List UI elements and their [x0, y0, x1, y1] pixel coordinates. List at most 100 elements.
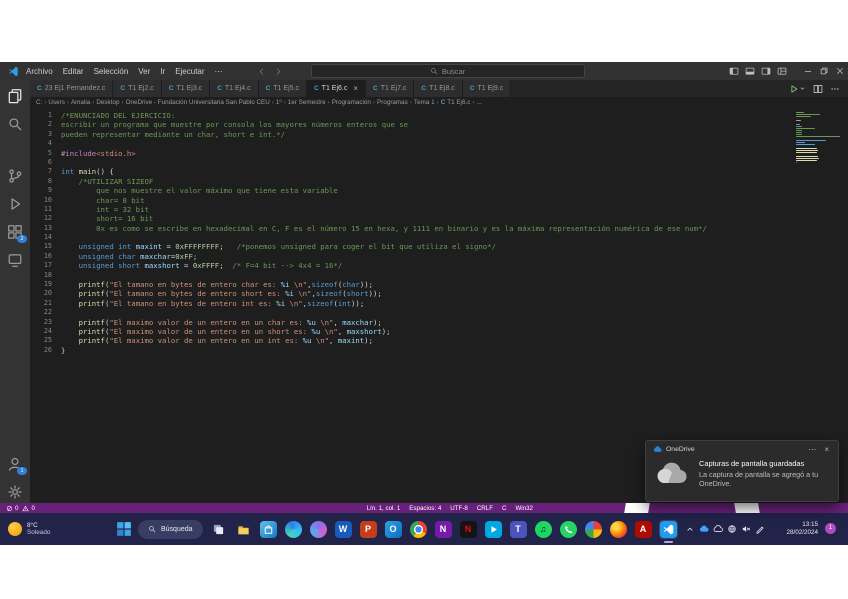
tray-pen[interactable] — [754, 524, 765, 535]
weather-widget[interactable]: 8°C Soleado — [8, 513, 50, 545]
taskbar-app-netflix[interactable]: N — [459, 520, 478, 539]
tab-t1-ej9.c[interactable]: CT1 Ej9.c — [463, 80, 511, 97]
tab-t1-ej2.c[interactable]: CT1 Ej2.c — [113, 80, 161, 97]
status-segment[interactable]: CRLF — [477, 505, 493, 512]
panel-bottom-button[interactable] — [742, 62, 758, 80]
edge-icon — [285, 521, 302, 538]
taskbar-app-firefox[interactable] — [609, 520, 628, 539]
breadcrumb-item[interactable]: Tema 1 — [413, 99, 436, 106]
toast-close-button[interactable]: × — [822, 445, 831, 454]
code-line: 19 printf("El tamano en bytes de entero … — [30, 280, 848, 289]
activity-extensions[interactable]: 2 — [7, 224, 23, 240]
status-segment[interactable]: Win32 — [515, 505, 533, 512]
forward-icon[interactable] — [274, 67, 283, 76]
activity-search[interactable] — [7, 116, 23, 132]
split-editor-button[interactable] — [813, 84, 823, 94]
tab-t1-ej8.c[interactable]: CT1 Ej8.c — [414, 80, 462, 97]
breadcrumb-item[interactable]: 1er Semestre — [287, 99, 327, 106]
taskbar-app-whatsapp[interactable] — [559, 520, 578, 539]
close-button[interactable] — [832, 62, 848, 80]
tray-onedrive[interactable] — [698, 524, 709, 535]
toast-more-button[interactable]: ⋯ — [806, 445, 818, 454]
start-button[interactable] — [116, 521, 132, 537]
breadcrumb-item[interactable]: Programación — [331, 99, 372, 106]
code-token: , — [333, 318, 342, 327]
status-segment[interactable]: Lín. 1, col. 1 — [367, 505, 401, 512]
menu-editar[interactable]: Editar — [63, 67, 84, 76]
back-icon[interactable] — [257, 67, 266, 76]
tray-cloud[interactable] — [712, 524, 723, 535]
minimap[interactable] — [796, 112, 842, 164]
taskbar-app-microsoft-store[interactable] — [259, 520, 278, 539]
breadcrumb-item[interactable]: ... — [475, 99, 482, 106]
taskbar-app-task-view[interactable] — [209, 520, 228, 539]
status-segment[interactable]: Espacios: 4 — [409, 505, 441, 512]
menu-ejecutar[interactable]: Ejecutar — [175, 67, 204, 76]
menu-overflow[interactable]: ⋯ — [215, 67, 223, 76]
breadcrumb-item[interactable]: OneDrive - Fundación Universitaria San P… — [125, 99, 271, 106]
activity-remote-explorer[interactable] — [7, 252, 23, 268]
tab-t1-ej3.c[interactable]: CT1 Ej3.c — [162, 80, 210, 97]
taskbar-app-google-photos[interactable] — [584, 520, 603, 539]
activity-run-debug[interactable] — [7, 196, 23, 212]
taskbar-app-onenote[interactable]: N — [434, 520, 453, 539]
status-errors[interactable]: 0 — [6, 505, 18, 512]
tray-chevron-up[interactable] — [684, 524, 695, 535]
taskbar-app-teams[interactable]: T — [509, 520, 528, 539]
panel-left-button[interactable] — [726, 62, 742, 80]
breadcrumb-item[interactable]: 1º — [275, 99, 283, 106]
breadcrumb-item[interactable]: Users — [47, 99, 65, 106]
status-segment[interactable]: UTF-8 — [450, 505, 468, 512]
breadcrumb-item[interactable]: Desktop — [95, 99, 120, 106]
toast-body[interactable]: Capturas de pantalla guardadas La captur… — [646, 457, 838, 490]
run-button[interactable] — [789, 84, 806, 94]
customize-layout-button[interactable] — [774, 62, 790, 80]
activity-source-control[interactable] — [7, 168, 23, 184]
minimap-line — [796, 114, 820, 115]
tab-t1-ej5.c[interactable]: CT1 Ej5.c — [259, 80, 307, 97]
taskbar-app-powerpoint[interactable]: P — [359, 520, 378, 539]
breadcrumb-item[interactable]: Programas — [376, 99, 409, 106]
tray-network[interactable] — [726, 524, 737, 535]
breadcrumb-item[interactable]: CT1 Ej6.c — [440, 99, 472, 106]
activity-explorer[interactable] — [7, 88, 23, 104]
status-segment[interactable]: C — [502, 505, 506, 512]
code-token — [61, 242, 79, 251]
tab-t1-ej6.c[interactable]: CT1 Ej6.c× — [307, 80, 366, 97]
code-line: 26} — [30, 346, 848, 355]
status-warnings[interactable]: 0 — [22, 505, 34, 512]
tray-volume-mute[interactable] — [740, 524, 751, 535]
taskbar-app-edge[interactable] — [284, 520, 303, 539]
breadcrumb-item[interactable]: C: — [35, 99, 43, 106]
menu-ver[interactable]: Ver — [138, 67, 150, 76]
code-line: 17 unsigned short maxshort = 0xFFFF; /* … — [30, 261, 848, 270]
taskbar-app-chrome[interactable] — [409, 520, 428, 539]
taskbar-search[interactable]: Búsqueda — [138, 520, 203, 539]
command-search-box[interactable]: Buscar — [311, 64, 585, 78]
taskbar-clock[interactable]: 13:15 28/02/2024 — [786, 513, 818, 545]
panel-right-button[interactable] — [758, 62, 774, 80]
activity-accounts[interactable]: 1 — [7, 456, 23, 472]
notification-badge[interactable]: 1 — [825, 523, 836, 534]
taskbar-app-file-explorer[interactable] — [234, 520, 253, 539]
tab-t1-ej7.c[interactable]: CT1 Ej7.c — [366, 80, 414, 97]
menu-archivo[interactable]: Archivo — [26, 67, 53, 76]
taskbar-app-spotify[interactable]: ♫ — [534, 520, 553, 539]
taskbar-app-microsoft-loop[interactable] — [309, 520, 328, 539]
tab-23-ej1-fernandez.c[interactable]: C23 Ej1 Fernandez.c — [30, 80, 113, 97]
taskbar-app-vscode[interactable] — [659, 520, 678, 539]
tab-close-icon[interactable]: × — [353, 85, 358, 93]
minimize-button[interactable] — [800, 62, 816, 80]
menu-ir[interactable]: Ir — [160, 67, 165, 76]
tab-t1-ej4.c[interactable]: CT1 Ej4.c — [210, 80, 258, 97]
taskbar-app-acrobat[interactable]: A — [634, 520, 653, 539]
taskbar-app-outlook[interactable]: O — [384, 520, 403, 539]
breadcrumb-item[interactable]: Amalia — [70, 99, 91, 106]
menu-selección[interactable]: Selección — [94, 67, 129, 76]
more-actions-button[interactable] — [830, 84, 840, 94]
restore-button[interactable] — [816, 62, 832, 80]
activity-settings[interactable] — [7, 484, 23, 500]
taskbar-app-prime-video[interactable] — [484, 520, 503, 539]
breadcrumb: C:›Users›Amalia›Desktop›OneDrive - Funda… — [30, 97, 848, 108]
taskbar-app-word[interactable]: W — [334, 520, 353, 539]
